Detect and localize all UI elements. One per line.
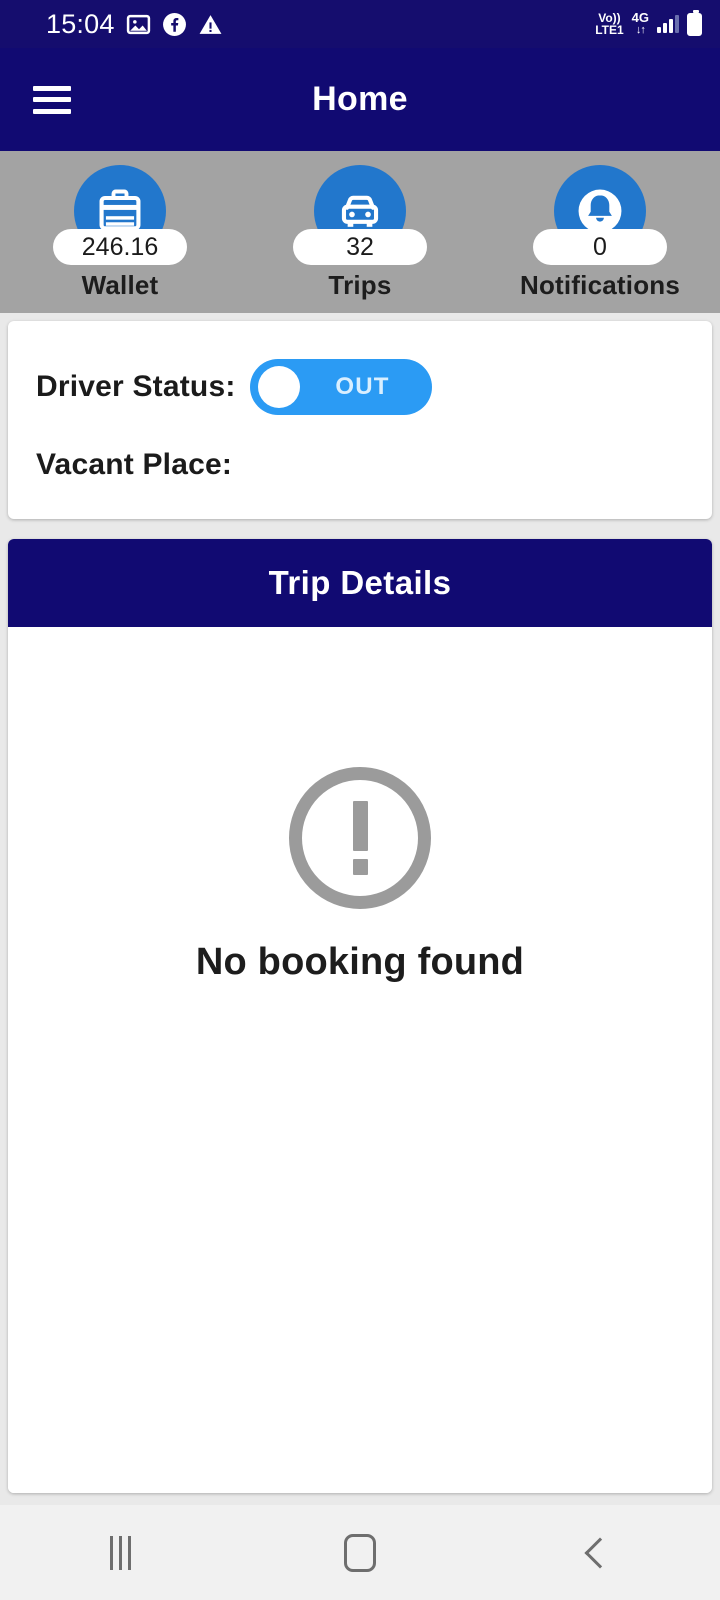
status-bar-left: 15:04 [46,8,223,39]
hamburger-menu-icon[interactable] [33,85,71,114]
wallet-value: 246.16 [53,229,187,265]
recents-button[interactable] [60,1523,180,1583]
network-type-indicator: 4G ↓↑ [631,10,649,36]
vacant-place-row: Vacant Place: [36,437,712,493]
stats-strip: 246.16 Wallet 32 Trips 0 Notifications [0,151,720,313]
empty-state-message: No booking found [195,941,525,983]
notifications-value: 0 [533,229,667,265]
battery-icon [687,9,702,36]
app-bar: Home [0,48,720,151]
wallet-label: Wallet [81,270,159,300]
page-title: Home [312,80,408,118]
trip-details-card: Trip Details No booking found [8,539,712,1493]
exclamation-circle-icon [289,767,431,909]
trip-details-header: Trip Details [8,539,712,627]
recents-icon [109,1535,131,1570]
driver-status-row: Driver Status: OUT [36,359,712,415]
warning-triangle-icon [198,12,223,37]
home-button[interactable] [300,1523,420,1583]
trips-value: 32 [293,229,427,265]
driver-status-label: Driver Status: [36,370,236,403]
trips-label: Trips [328,270,392,300]
image-icon [126,12,151,37]
status-bar-clock: 15:04 [46,8,115,39]
vacant-place-label: Vacant Place: [36,448,233,481]
toggle-knob [257,366,300,408]
system-status-bar: 15:04 Vo)) LTE1 4G ↓↑ [0,0,720,48]
stat-item-wallet[interactable]: 246.16 Wallet [20,165,220,301]
trip-details-body: No booking found [8,627,712,1493]
stat-item-trips[interactable]: 32 Trips [260,165,460,301]
notifications-label: Notifications [519,270,681,300]
signal-bars-icon [657,15,679,33]
back-icon [584,1536,616,1569]
driver-status-toggle[interactable]: OUT [249,359,432,415]
home-icon [344,1533,376,1572]
android-navigation-bar [0,1505,720,1600]
app-screen: 15:04 Vo)) LTE1 4G ↓↑ Home 246.16 Wallet… [0,0,720,1600]
volte-indicator: Vo)) LTE1 [595,11,624,37]
driver-status-card: Driver Status: OUT Vacant Place: [8,321,712,519]
facebook-icon [162,12,187,37]
toggle-state-label: OUT [335,373,390,400]
back-button[interactable] [540,1523,660,1583]
status-bar-right: Vo)) LTE1 4G ↓↑ [595,9,702,37]
stat-item-notifications[interactable]: 0 Notifications [500,165,700,301]
